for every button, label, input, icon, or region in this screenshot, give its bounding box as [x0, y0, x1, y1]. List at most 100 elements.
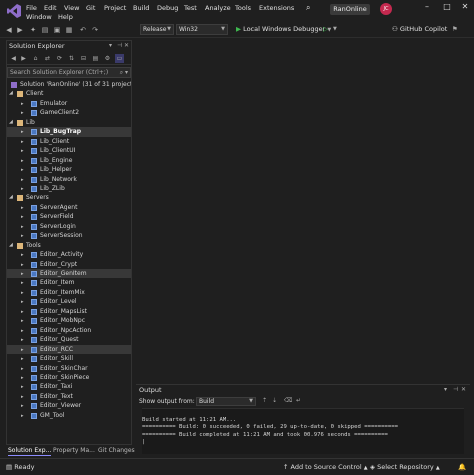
collapse-arrow-icon[interactable]: ▸: [21, 290, 27, 296]
collapse-arrow-icon[interactable]: ▸: [21, 110, 27, 116]
folder-client[interactable]: ◢ Client: [7, 89, 131, 98]
collapse-arrow-icon[interactable]: ▸: [21, 101, 27, 107]
project-node[interactable]: ▸ Editor_SkinPiece: [7, 373, 131, 382]
project-node[interactable]: ▸ Lib_Client: [7, 137, 131, 146]
close-icon[interactable]: ✕: [461, 385, 466, 395]
expand-arrow-icon[interactable]: ◢: [9, 118, 13, 127]
collapse-all-icon[interactable]: ⊟: [79, 54, 88, 63]
new-item-icon[interactable]: ✦: [28, 25, 38, 35]
forward-icon[interactable]: ▶: [19, 54, 28, 63]
next-message-icon[interactable]: ⇣: [272, 397, 277, 404]
project-node[interactable]: ▸ Lib_Engine: [7, 156, 131, 165]
collapse-arrow-icon[interactable]: ▸: [21, 280, 27, 286]
pending-changes-icon[interactable]: ⟳: [55, 54, 64, 63]
menu-git[interactable]: Git: [86, 4, 95, 12]
project-node[interactable]: ▸ Editor_Text: [7, 392, 131, 401]
undo-icon[interactable]: ↶: [78, 25, 88, 35]
expand-arrow-icon[interactable]: ◢: [9, 89, 13, 98]
tab-git-changes[interactable]: Git Changes: [98, 446, 135, 456]
collapse-arrow-icon[interactable]: ▸: [21, 214, 27, 220]
menu-file[interactable]: File: [26, 4, 37, 12]
folder-servers[interactable]: ◢ Servers: [7, 193, 131, 202]
project-node[interactable]: ▸ Editor_Activity: [7, 250, 131, 259]
project-node[interactable]: ▸ Lib_BugTrap: [7, 127, 131, 137]
dropdown-icon[interactable]: ▾: [444, 385, 447, 395]
configuration-select[interactable]: Release ▼: [140, 24, 174, 35]
collapse-arrow-icon[interactable]: ▸: [21, 148, 27, 154]
project-node[interactable]: ▸ ServerField: [7, 212, 131, 221]
pin-icon[interactable]: ⊣: [453, 385, 458, 395]
chevron-down-icon[interactable]: ▼: [333, 24, 337, 35]
maximize-icon[interactable]: □: [440, 2, 454, 11]
search-icon[interactable]: ⌕: [306, 3, 310, 13]
menu-help[interactable]: Help: [58, 13, 73, 21]
output-source-select[interactable]: Build ▼: [196, 397, 256, 406]
close-icon[interactable]: ✕: [124, 41, 129, 51]
project-node[interactable]: ▸ Editor_Taxi: [7, 382, 131, 391]
project-node[interactable]: ▸ Editor_Viewer: [7, 401, 131, 410]
project-node[interactable]: ▸ GameClient2: [7, 108, 131, 117]
project-node[interactable]: ▸ Lib_ClientUI: [7, 146, 131, 155]
project-node[interactable]: ▸ Editor_Crypt: [7, 260, 131, 269]
project-node[interactable]: ▸ ServerLogin: [7, 222, 131, 231]
close-icon[interactable]: ✕: [458, 2, 472, 11]
solution-node[interactable]: Solution 'RanOnline' (31 of 31 projects): [7, 80, 131, 89]
folder-tools[interactable]: ◢ Tools: [7, 241, 131, 250]
back-icon[interactable]: ◀: [9, 54, 18, 63]
minimize-icon[interactable]: –: [420, 2, 434, 11]
collapse-arrow-icon[interactable]: ▸: [21, 366, 27, 372]
collapse-arrow-icon[interactable]: ▸: [21, 186, 27, 192]
project-node[interactable]: ▸ Editor_MobNpc: [7, 316, 131, 325]
project-node[interactable]: ▸ ServerSession: [7, 231, 131, 240]
collapse-arrow-icon[interactable]: ▸: [21, 233, 27, 239]
menu-view[interactable]: View: [64, 4, 79, 12]
collapse-arrow-icon[interactable]: ▸: [21, 177, 27, 183]
collapse-arrow-icon[interactable]: ▸: [21, 347, 27, 353]
collapse-arrow-icon[interactable]: ▸: [21, 299, 27, 305]
add-to-source-control-button[interactable]: ↑ Add to Source Control ▲: [283, 462, 368, 474]
select-repository-button[interactable]: ◈ Select Repository ▲: [370, 462, 440, 474]
project-node[interactable]: ▸ Lib_ZLib: [7, 184, 131, 193]
open-icon[interactable]: ▤: [40, 25, 50, 35]
find-message-icon[interactable]: ⇡: [262, 397, 267, 404]
feedback-icon[interactable]: ⚑: [452, 24, 458, 35]
redo-icon[interactable]: ↷: [90, 25, 100, 35]
project-node[interactable]: ▸ Editor_NpcAction: [7, 326, 131, 335]
collapse-arrow-icon[interactable]: ▸: [21, 262, 27, 268]
collapse-arrow-icon[interactable]: ▸: [21, 167, 27, 173]
collapse-arrow-icon[interactable]: ▸: [21, 224, 27, 230]
menu-window[interactable]: Window: [26, 13, 52, 21]
pin-icon[interactable]: ⊣: [117, 41, 122, 51]
collapse-arrow-icon[interactable]: ▸: [21, 252, 27, 258]
collapse-arrow-icon[interactable]: ▸: [21, 413, 27, 419]
menu-extensions[interactable]: Extensions: [259, 4, 294, 12]
properties-icon[interactable]: ⚙: [103, 54, 112, 63]
clear-all-icon[interactable]: ⌫: [284, 397, 292, 404]
project-node[interactable]: ▸ Editor_ItemMix: [7, 288, 131, 297]
project-node[interactable]: ▸ Editor_Item: [7, 278, 131, 287]
expand-arrow-icon[interactable]: ◢: [9, 241, 13, 250]
project-node[interactable]: ▸ Editor_RCC: [7, 344, 131, 355]
project-node[interactable]: ▸ GM_Tool: [7, 411, 131, 420]
save-all-icon[interactable]: ▦: [64, 25, 74, 35]
sync-icon[interactable]: ⇅: [67, 54, 76, 63]
collapse-arrow-icon[interactable]: ▸: [21, 158, 27, 164]
collapse-arrow-icon[interactable]: ▸: [21, 318, 27, 324]
menu-edit[interactable]: Edit: [44, 4, 57, 12]
collapse-arrow-icon[interactable]: ▸: [21, 337, 27, 343]
home-icon[interactable]: ⌂: [31, 54, 40, 63]
start-debugging-button[interactable]: ▶ Local Windows Debugger ▼: [236, 24, 331, 35]
menu-tools[interactable]: Tools: [235, 4, 251, 12]
solution-name-badge[interactable]: RanOnline: [330, 4, 370, 15]
back-icon[interactable]: ◀: [4, 25, 14, 35]
forward-icon[interactable]: ▶: [15, 25, 25, 35]
notifications-icon[interactable]: 🔔: [458, 462, 466, 473]
word-wrap-icon[interactable]: ↵: [296, 397, 301, 404]
solution-explorer-search[interactable]: Search Solution Explorer (Ctrl+;) ⌕ ▾: [7, 67, 131, 78]
project-node[interactable]: ▸ Lib_Helper: [7, 165, 131, 174]
menu-test[interactable]: Test: [184, 4, 197, 12]
output-text[interactable]: Build started at 11:21 AM... ========== B…: [142, 408, 464, 454]
collapse-arrow-icon[interactable]: ▸: [21, 205, 27, 211]
menu-debug[interactable]: Debug: [157, 4, 178, 12]
collapse-arrow-icon[interactable]: ▸: [21, 139, 27, 145]
